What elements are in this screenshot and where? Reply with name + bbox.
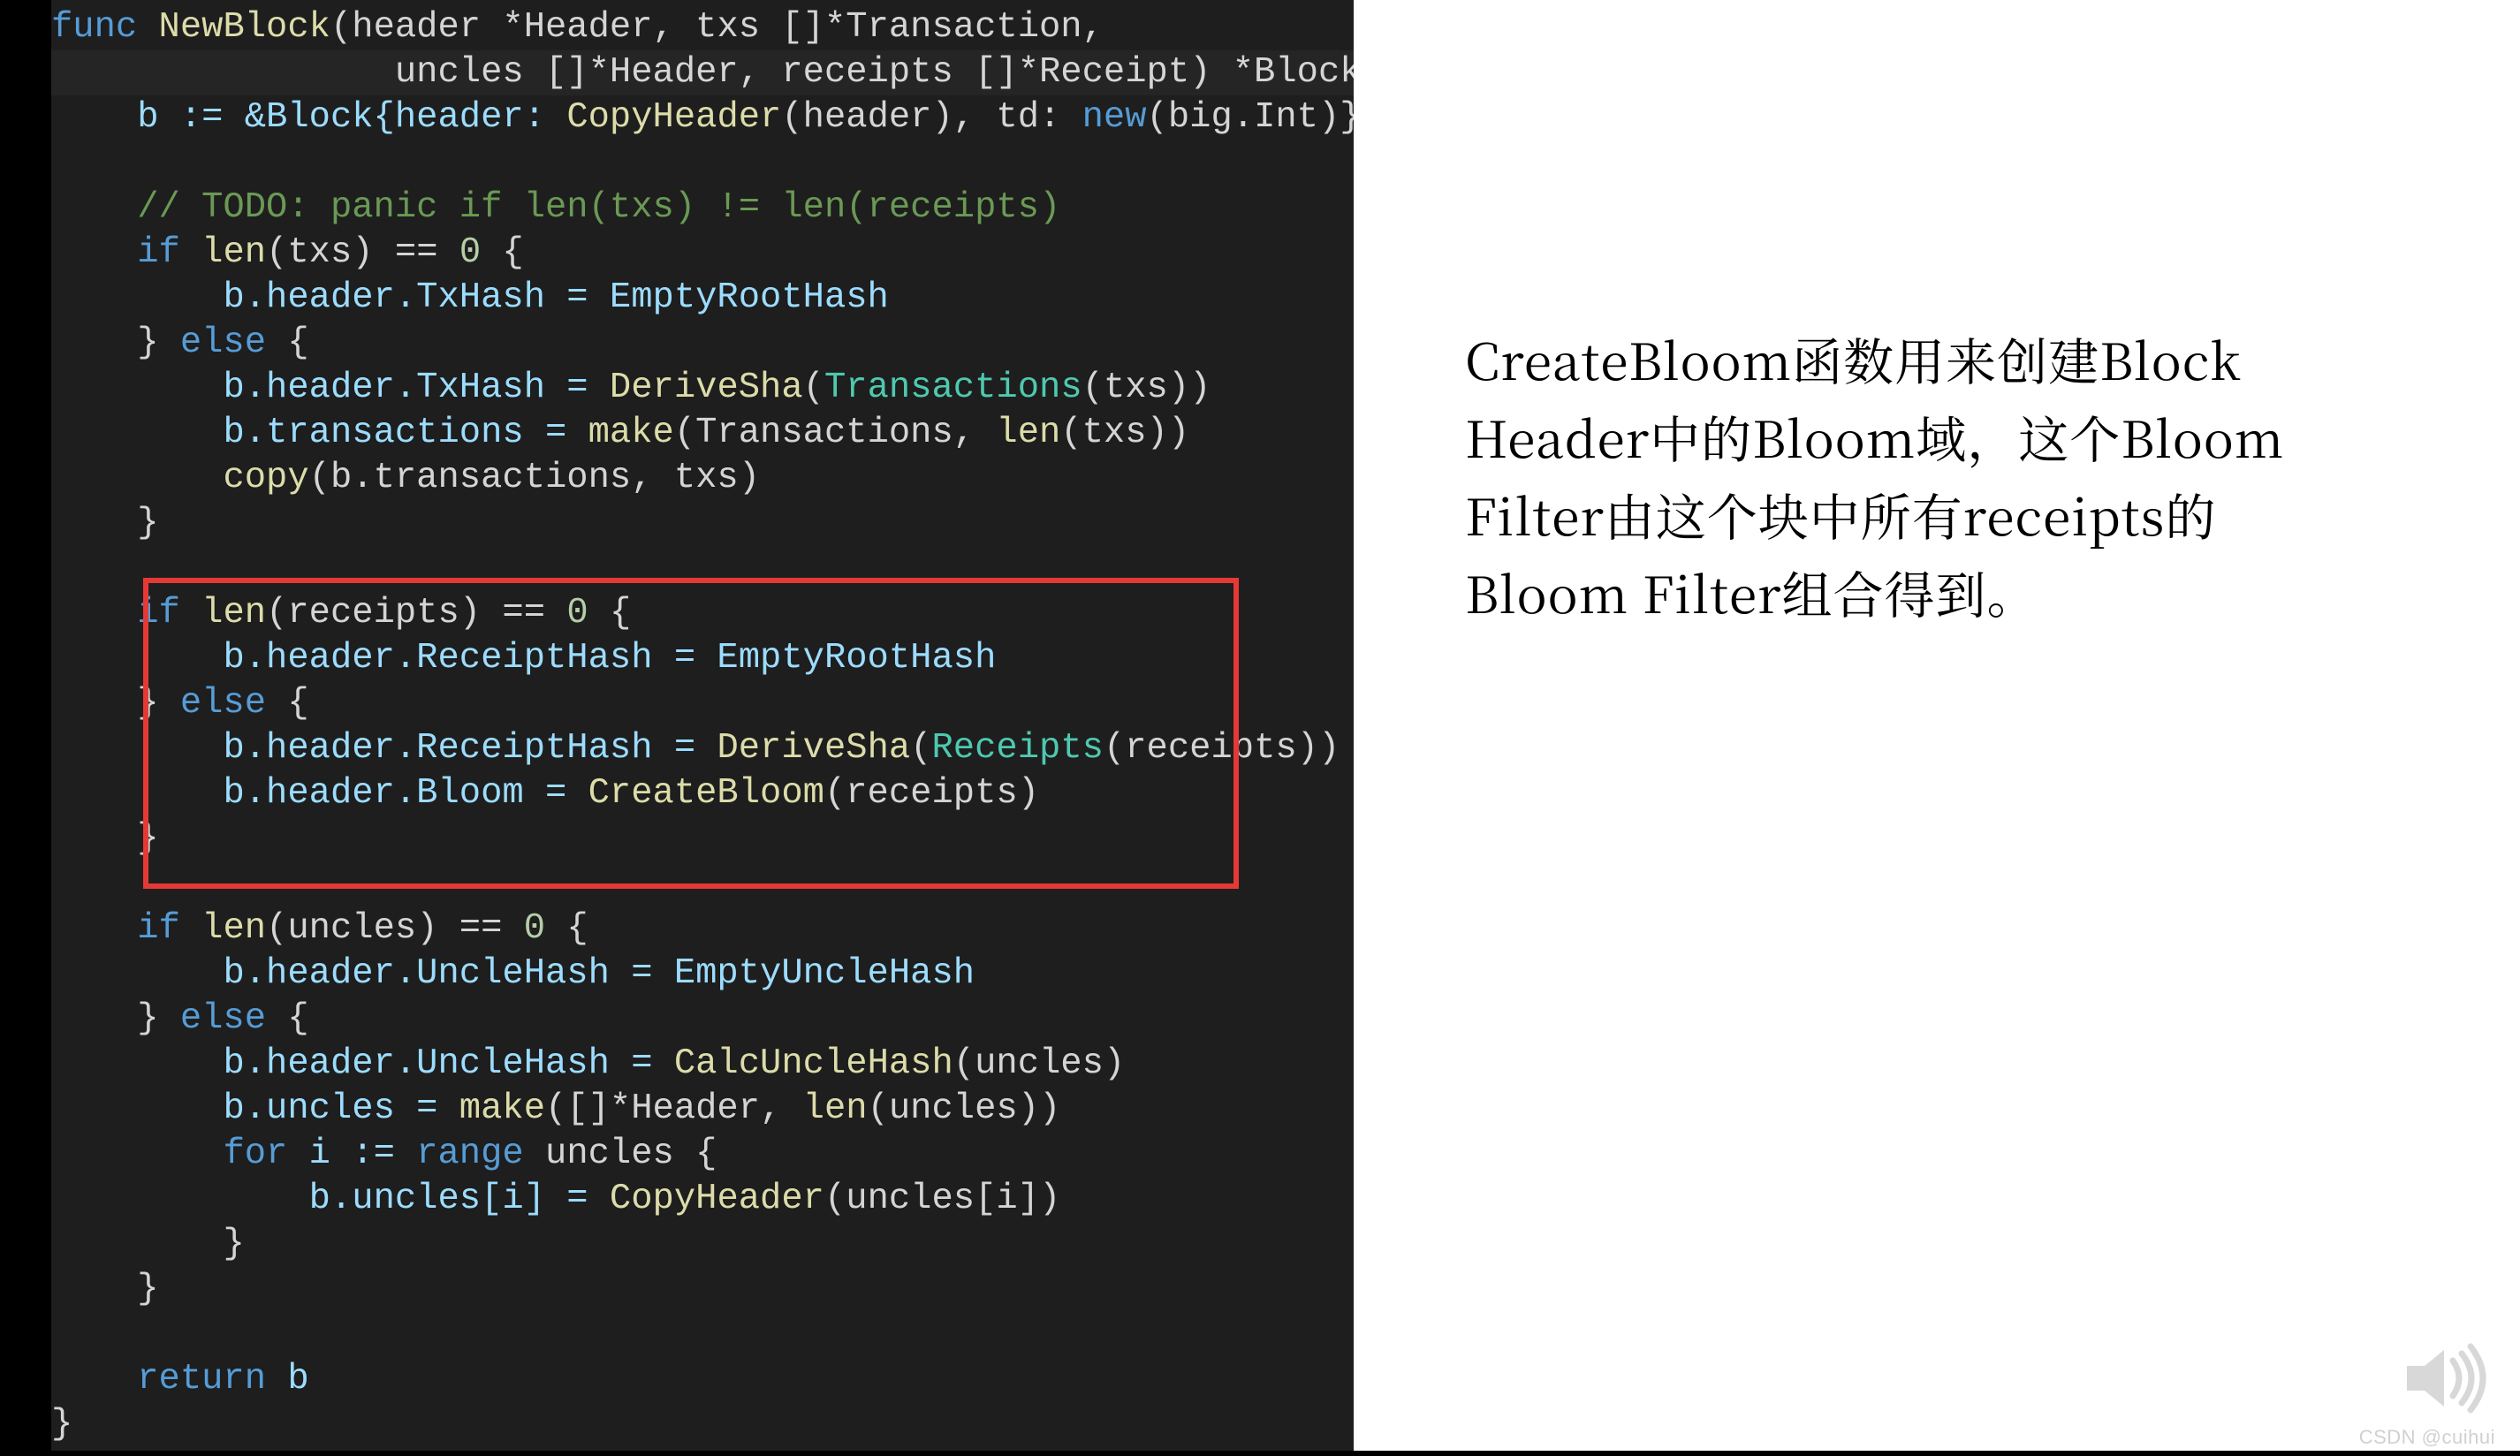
left-black-strip bbox=[0, 0, 51, 1456]
code-token: (uncles)) bbox=[868, 1088, 1061, 1129]
code-token: else bbox=[180, 683, 266, 724]
code-token: return bbox=[137, 1359, 266, 1399]
watermark-text: CSDN @cuihui bbox=[2359, 1426, 2495, 1449]
code-token: ([]*Header, bbox=[545, 1088, 803, 1129]
code-token: b bbox=[266, 1359, 309, 1399]
code-token: b.transactions = bbox=[223, 413, 588, 453]
code-token: else bbox=[180, 322, 266, 363]
code-token: make bbox=[459, 1088, 545, 1129]
code-token: DeriveSha bbox=[610, 368, 803, 408]
code-token: { bbox=[266, 683, 309, 724]
code-token: range bbox=[416, 1134, 524, 1174]
code-token: func bbox=[51, 7, 137, 48]
code-token: if bbox=[137, 908, 180, 949]
code-token: { bbox=[266, 322, 309, 363]
code-token: } bbox=[137, 322, 180, 363]
code-token: (uncles) == bbox=[266, 908, 524, 949]
code-panel: func NewBlock(header *Header, txs []*Tra… bbox=[51, 0, 1354, 1451]
code-token: (header *Header, txs []*Transaction, bbox=[330, 7, 1104, 48]
code-token: b.uncles = bbox=[223, 1088, 459, 1129]
code-token: b.header.UncleHash = EmptyUncleHash bbox=[223, 953, 975, 994]
code-token: b.header.TxHash = EmptyRootHash bbox=[223, 277, 888, 318]
code-token: Transactions bbox=[824, 368, 1082, 408]
explanation-text: CreateBloom函数用来创建Block Header中的Bloom域，这个… bbox=[1465, 320, 2366, 631]
code-token: CopyHeader bbox=[566, 97, 781, 138]
code-token: (txs) == bbox=[266, 232, 459, 273]
code-token: b.header.Bloom = bbox=[223, 773, 588, 814]
code-token: (txs)) bbox=[1082, 368, 1211, 408]
code-token: } bbox=[137, 503, 158, 543]
code-token: ( bbox=[803, 368, 824, 408]
code-token: (receipts) == bbox=[266, 593, 566, 633]
code-token: 0 bbox=[459, 232, 481, 273]
code-token: b.header.ReceiptHash = bbox=[223, 728, 717, 769]
code-token: CreateBloom bbox=[588, 773, 824, 814]
code-token: { bbox=[266, 998, 309, 1039]
code-token: 0 bbox=[524, 908, 545, 949]
code-token: else bbox=[180, 998, 266, 1039]
code-token: } bbox=[137, 683, 180, 724]
code-token: b.header.TxHash = bbox=[223, 368, 609, 408]
code-token: b.header.UncleHash = bbox=[223, 1043, 673, 1084]
code-token: { bbox=[481, 232, 524, 273]
bottom-black-strip bbox=[0, 1451, 2520, 1456]
code-token: (txs)) bbox=[1060, 413, 1189, 453]
speaker-icon bbox=[2400, 1341, 2488, 1415]
code-token: } bbox=[137, 818, 158, 859]
code-comment: // TODO: panic if len(txs) != len(receip… bbox=[137, 187, 1060, 228]
code-token: CopyHeader bbox=[610, 1179, 824, 1219]
code-token: uncles []*Header, receipts []*Receipt) *… bbox=[395, 52, 1354, 93]
code-token: } bbox=[137, 1269, 158, 1309]
code-token: { bbox=[588, 593, 632, 633]
code-token: make bbox=[588, 413, 674, 453]
code-token: { bbox=[545, 908, 588, 949]
code-token: if bbox=[137, 232, 180, 273]
code-token: DeriveSha bbox=[717, 728, 910, 769]
code-token: ( bbox=[910, 728, 931, 769]
code-block: func NewBlock(header *Header, txs []*Tra… bbox=[51, 0, 1354, 1447]
slide-root: func NewBlock(header *Header, txs []*Tra… bbox=[0, 0, 2520, 1456]
code-token: len bbox=[803, 1088, 868, 1129]
code-token: b.uncles[i] = bbox=[309, 1179, 610, 1219]
code-token: (header), td: bbox=[781, 97, 1082, 138]
code-token: (big.Int)} bbox=[1147, 97, 1354, 138]
code-token: } bbox=[223, 1224, 244, 1264]
code-token: (b.transactions, txs) bbox=[309, 458, 760, 498]
code-token: (uncles) bbox=[953, 1043, 1125, 1084]
code-token: Receipts bbox=[932, 728, 1104, 769]
code-token: b.header.ReceiptHash = EmptyRootHash bbox=[223, 638, 996, 679]
code-token: NewBlock bbox=[159, 7, 330, 48]
code-token: b := &Block{header: bbox=[137, 97, 566, 138]
code-token: len bbox=[201, 908, 266, 949]
code-token: i := bbox=[287, 1134, 416, 1174]
code-token: new bbox=[1082, 97, 1147, 138]
code-token: for bbox=[223, 1134, 287, 1174]
code-token: len bbox=[996, 413, 1060, 453]
code-token: if bbox=[137, 593, 180, 633]
code-token: (uncles[i]) bbox=[824, 1179, 1060, 1219]
code-token: (receipts)) bbox=[1104, 728, 1340, 769]
code-token: copy bbox=[223, 458, 308, 498]
code-token: 0 bbox=[566, 593, 588, 633]
code-token: } bbox=[137, 998, 180, 1039]
code-token: } bbox=[51, 1404, 72, 1445]
code-token: CalcUncleHash bbox=[674, 1043, 953, 1084]
code-token: len bbox=[201, 232, 266, 273]
code-token: uncles { bbox=[524, 1134, 717, 1174]
code-token: (Transactions, bbox=[674, 413, 997, 453]
code-token: (receipts) bbox=[824, 773, 1039, 814]
code-token: len bbox=[201, 593, 266, 633]
